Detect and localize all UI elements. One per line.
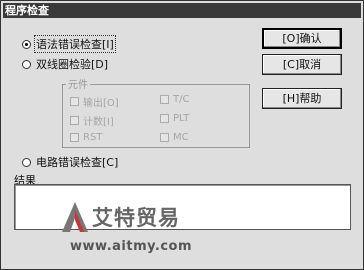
watermark-url: www.aitmy.com <box>70 239 193 254</box>
brand-a-icon <box>62 202 88 232</box>
checkbox-box <box>160 133 169 142</box>
watermark-logo: 艾特贸易 <box>60 200 180 234</box>
radio-syntax-check-label: 语法错误检查[I] <box>34 35 116 53</box>
ok-button[interactable]: [O]确认 <box>262 28 342 49</box>
checkbox-box <box>160 95 169 104</box>
checkbox-mc-label: MC <box>173 132 189 143</box>
watermark-brand: 艾特贸易 <box>92 205 180 230</box>
checkbox-box <box>70 133 79 142</box>
radio-circuit-check[interactable]: 电路错误检查[C] <box>22 154 119 170</box>
dialog-title: 程序检查 <box>3 3 361 18</box>
radio-syntax-check[interactable]: 语法错误检查[I] <box>22 35 116 53</box>
checkbox-box <box>160 114 169 123</box>
checkbox-plt[interactable]: PLT <box>160 113 189 124</box>
checkbox-output[interactable]: 输出[O] <box>70 94 119 109</box>
checkbox-box <box>70 116 79 125</box>
checkbox-rst-label: RST <box>83 132 103 143</box>
checkbox-tc-label: T/C <box>173 94 190 105</box>
radio-dot-selected <box>22 39 31 49</box>
checkbox-mc[interactable]: MC <box>160 132 189 143</box>
checkbox-count-label: 计数[I] <box>83 117 114 128</box>
cancel-button[interactable]: [C]取消 <box>262 54 342 75</box>
device-group-title: 元件 <box>66 76 90 91</box>
radio-circuit-check-label: 电路错误检查[C] <box>36 156 119 169</box>
checkbox-box <box>70 97 79 106</box>
help-button[interactable]: [H]帮助 <box>262 88 342 109</box>
checkbox-rst[interactable]: RST <box>70 132 102 143</box>
checkbox-plt-label: PLT <box>173 113 190 124</box>
radio-dot <box>22 157 31 167</box>
checkbox-output-label: 输出[O] <box>83 98 119 109</box>
checkbox-count[interactable]: 计数[I] <box>70 113 114 128</box>
radio-double-coil-check[interactable]: 双线圈检验[D] <box>22 56 109 72</box>
radio-double-coil-label: 双线圈检验[D] <box>36 58 109 71</box>
radio-dot <box>22 59 31 69</box>
checkbox-tc[interactable]: T/C <box>160 94 189 105</box>
